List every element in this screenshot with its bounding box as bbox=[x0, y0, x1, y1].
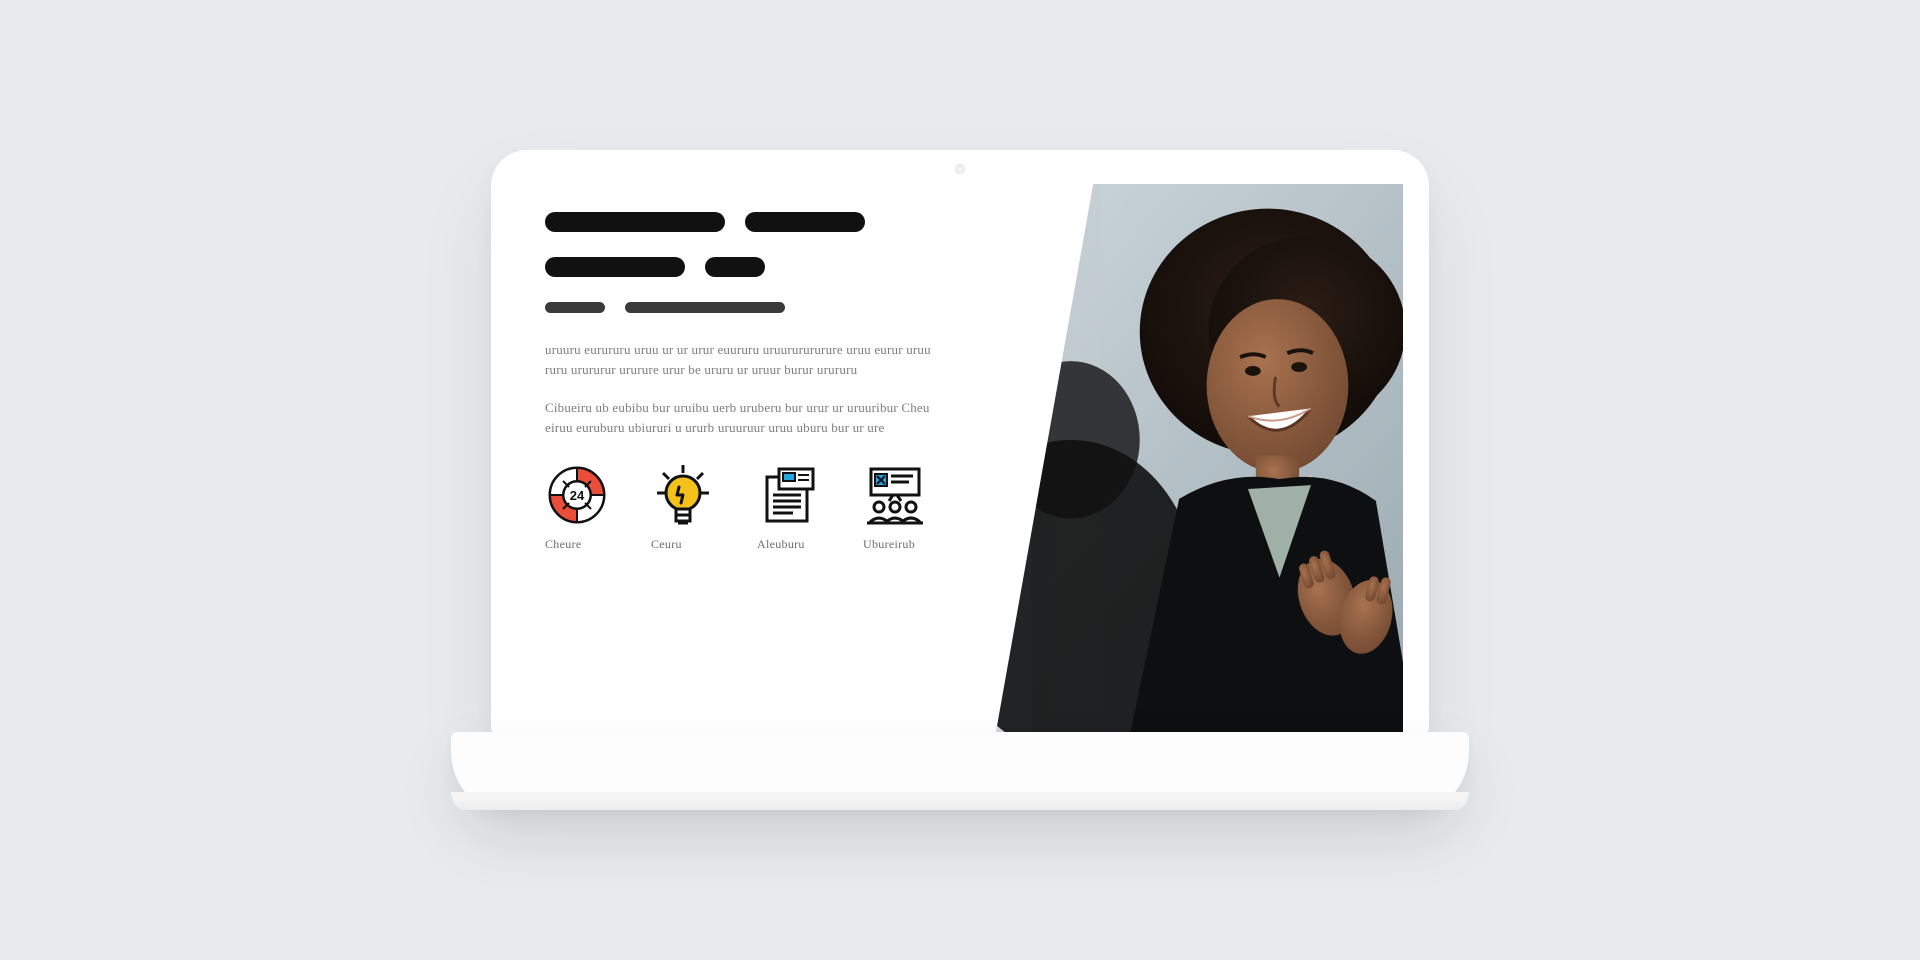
document-icon bbox=[757, 463, 821, 527]
hero-image-column bbox=[995, 184, 1403, 735]
laptop-body: uruuru eurururu uruu ur ur urur euururu … bbox=[491, 150, 1429, 735]
headline-row-1 bbox=[545, 212, 967, 257]
app-screen: uruuru eurururu uruu ur ur urur euururu … bbox=[517, 184, 1403, 735]
team-board-icon bbox=[863, 463, 927, 527]
support-badge-text: 24 bbox=[570, 488, 585, 503]
feature-item: Ubureirub bbox=[863, 463, 935, 552]
hero-image bbox=[995, 184, 1403, 735]
subhead-row bbox=[545, 302, 967, 340]
headline-bar bbox=[545, 257, 685, 277]
feature-row: 24 Cheure bbox=[545, 463, 967, 552]
camera-dot bbox=[955, 164, 965, 174]
headline-bar bbox=[705, 257, 765, 277]
laptop-base bbox=[451, 732, 1469, 810]
idea-bulb-icon bbox=[651, 463, 715, 527]
feature-item: Ceuru bbox=[651, 463, 723, 552]
headline-row-2 bbox=[545, 257, 967, 302]
feature-item: Aleuburu bbox=[757, 463, 829, 552]
subhead-bar bbox=[625, 302, 785, 313]
feature-label: Aleuburu bbox=[757, 537, 805, 552]
feature-label: Cheure bbox=[545, 537, 581, 552]
feature-label: Ubureirub bbox=[863, 537, 915, 552]
laptop-mockup: uruuru eurururu uruu ur ur urur euururu … bbox=[451, 150, 1469, 810]
feature-label: Ceuru bbox=[651, 537, 682, 552]
support-24-icon: 24 bbox=[545, 463, 609, 527]
subhead-bar bbox=[545, 302, 605, 313]
body-paragraph: uruuru eurururu uruu ur ur urur euururu … bbox=[545, 340, 935, 380]
body-paragraph: Cibueiru ub eubibu bur uruibu uerb urube… bbox=[545, 398, 935, 438]
content-column: uruuru eurururu uruu ur ur urur euururu … bbox=[517, 184, 995, 735]
headline-bar bbox=[745, 212, 865, 232]
headline-bar bbox=[545, 212, 725, 232]
feature-item: 24 Cheure bbox=[545, 463, 617, 552]
